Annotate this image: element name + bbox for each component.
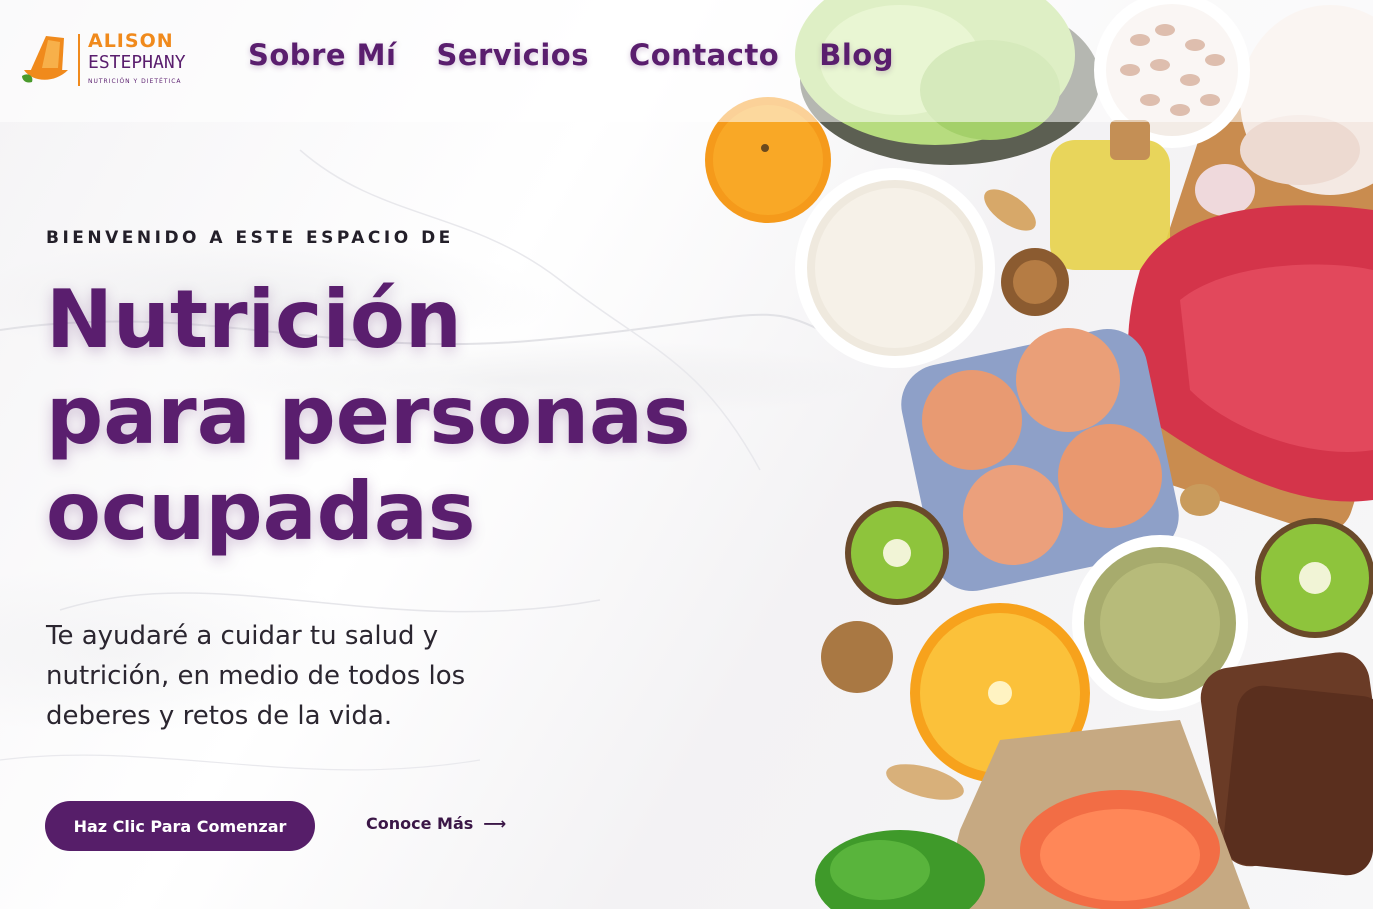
brand-mark-icon <box>22 36 68 83</box>
brand-name-line1: ALISON <box>88 30 174 52</box>
main-nav: Sobre Mí Servicios Contacto Blog <box>248 38 894 72</box>
nav-item-blog[interactable]: Blog <box>819 38 894 72</box>
nav-item-servicios[interactable]: Servicios <box>436 38 589 72</box>
learn-more-label: Conoce Más <box>366 814 474 833</box>
hero-headline-line1: Nutrición <box>46 273 462 366</box>
hero-subtitle: Te ayudaré a cuidar tu salud y nutrición… <box>46 621 466 731</box>
logo-divider <box>78 34 80 86</box>
hero-headline-line3: ocupadas <box>46 465 476 558</box>
brand-tagline: NUTRICIÓN Y DIETÉTICA <box>88 78 182 85</box>
brand-logo[interactable]: ALISON ESTEPHANY NUTRICIÓN Y DIETÉTICA <box>20 30 190 92</box>
learn-more-link[interactable]: Conoce Más ⟶ <box>366 814 506 833</box>
nav-item-sobre-mi[interactable]: Sobre Mí <box>248 38 396 72</box>
start-button[interactable]: Haz Clic Para Comenzar <box>45 801 315 851</box>
hero-eyebrow: BIENVENIDO A ESTE ESPACIO DE <box>46 228 454 248</box>
hero-headline: Nutrición para personas ocupadas <box>46 272 806 560</box>
hero-headline-line2: para personas <box>46 369 691 462</box>
arrow-right-icon: ⟶ <box>483 814 507 833</box>
nav-item-contacto[interactable]: Contacto <box>629 38 779 72</box>
brand-name-line2: ESTEPHANY <box>88 52 186 73</box>
